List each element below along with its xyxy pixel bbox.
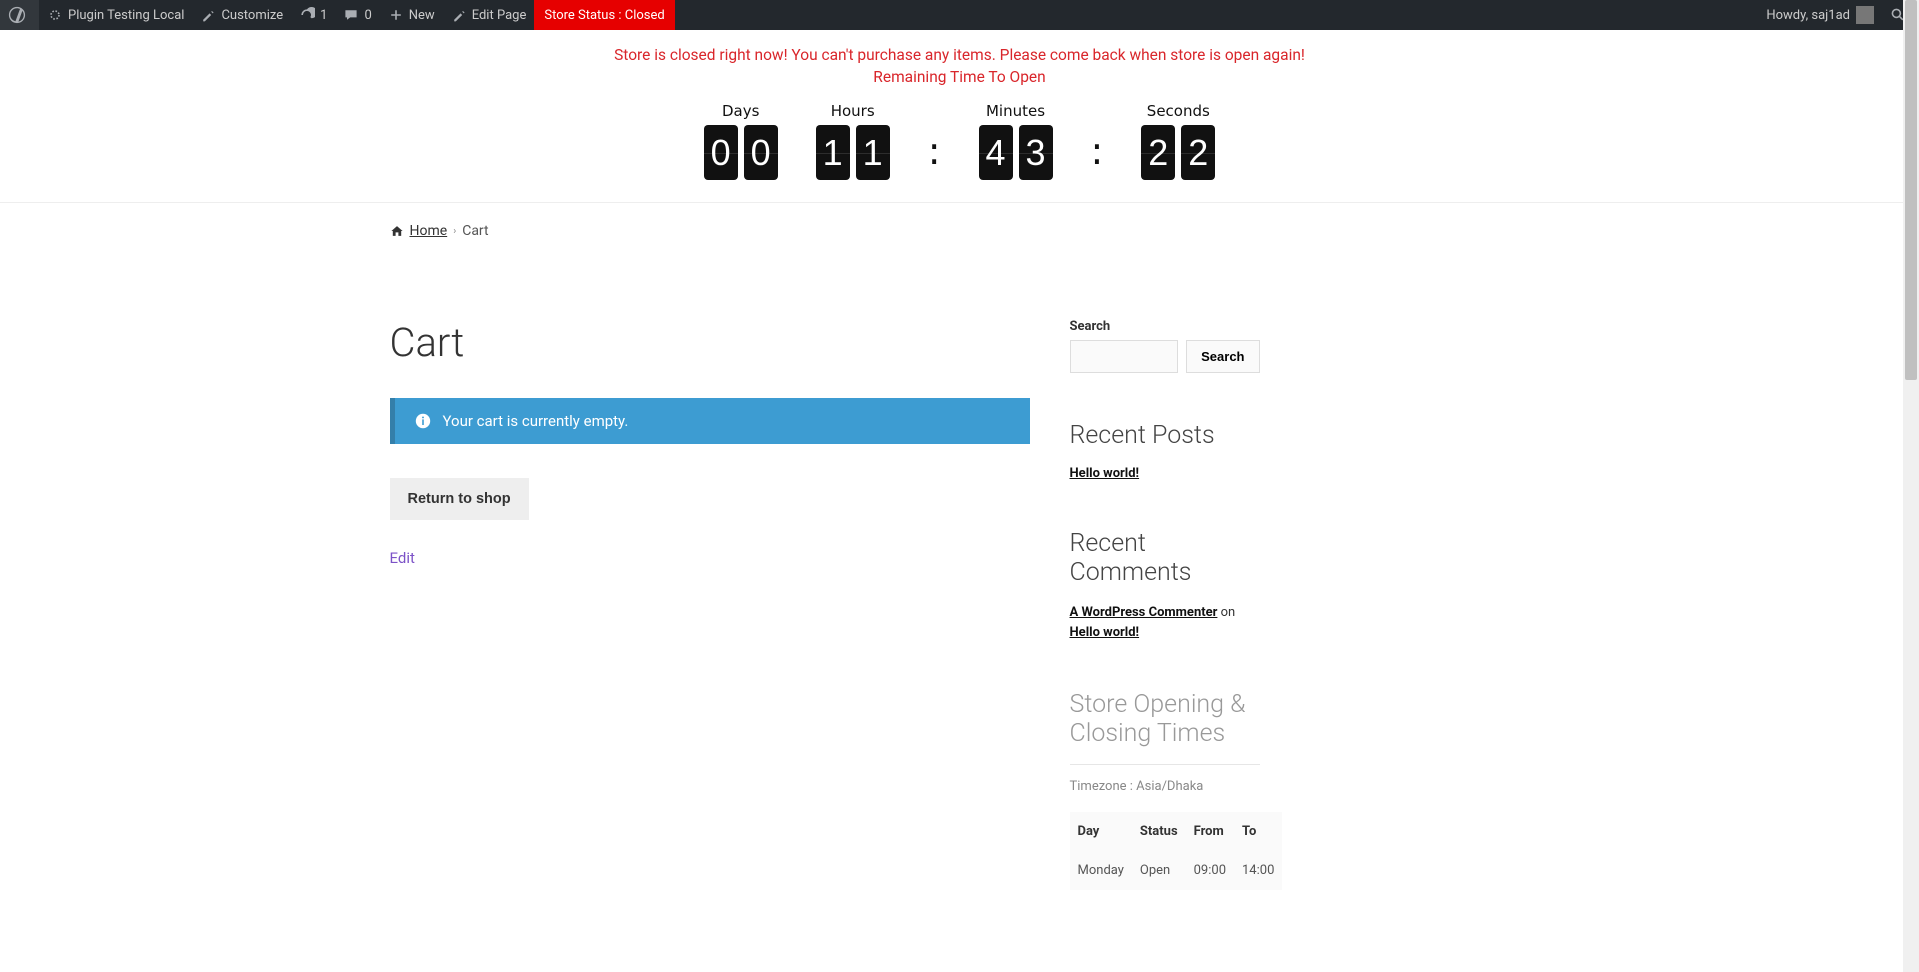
on-text: on [1217, 605, 1235, 620]
edit-page-link[interactable]: Edit Page [443, 0, 535, 30]
admin-bar-left: Plugin Testing Local Customize 1 0 New E… [0, 0, 675, 30]
days-label: Days [704, 102, 778, 120]
main-content: Cart Your cart is currently empty. Retur… [390, 319, 1030, 938]
new-link[interactable]: New [380, 0, 443, 30]
store-closed-notice: Store is closed right now! You can't pur… [0, 30, 1919, 96]
col-from: From [1186, 812, 1234, 851]
col-status: Status [1132, 812, 1186, 851]
separator-icon: : [1091, 112, 1104, 190]
site-name-link[interactable]: Plugin Testing Local [39, 0, 192, 30]
breadcrumb-home-link[interactable]: Home [410, 223, 448, 239]
minutes-digit-1: 4 [979, 125, 1013, 180]
updates-link[interactable]: 1 [291, 0, 335, 30]
store-hours-widget: Store Opening & Closing Times Timezone :… [1070, 690, 1260, 890]
hours-digit-1: 1 [816, 125, 850, 180]
edit-link[interactable]: Edit [390, 549, 415, 567]
closed-message: Store is closed right now! You can't pur… [20, 46, 1899, 64]
countdown-seconds: Seconds 2 2 [1141, 102, 1215, 180]
wp-admin-bar: Plugin Testing Local Customize 1 0 New E… [0, 0, 1919, 30]
breadcrumb: Home › Cart [390, 203, 1530, 259]
wp-logo-icon[interactable] [0, 0, 39, 30]
table-row: Monday Open 09:00 14:00 [1070, 851, 1283, 890]
store-status-badge[interactable]: Store Status : Closed [534, 0, 674, 30]
timezone-text: Timezone : Asia/Dhaka [1070, 779, 1260, 794]
countdown-minutes: Minutes 4 3 [979, 102, 1053, 180]
return-to-shop-button[interactable]: Return to shop [390, 478, 529, 520]
seconds-digit-1: 2 [1141, 125, 1175, 180]
scrollbar-thumb[interactable] [1905, 0, 1917, 380]
comments-link[interactable]: 0 [335, 0, 379, 30]
site-name-text: Plugin Testing Local [68, 8, 184, 23]
cell-to: 14:00 [1234, 851, 1282, 890]
seconds-digit-2: 2 [1181, 125, 1215, 180]
countdown-days: Days 0 0 [704, 102, 778, 180]
recent-comments-heading: Recent Comments [1070, 529, 1260, 587]
admin-bar-right: Howdy, saj1ad [1758, 0, 1919, 30]
comment-post-link[interactable]: Hello world! [1070, 625, 1140, 640]
seconds-label: Seconds [1141, 102, 1215, 120]
customize-link[interactable]: Customize [192, 0, 291, 30]
howdy-text: Howdy, saj1ad [1766, 8, 1850, 23]
empty-cart-text: Your cart is currently empty. [443, 412, 629, 430]
sidebar: Search Search Recent Posts Hello world! … [1070, 319, 1260, 938]
separator-icon: : [928, 112, 941, 190]
cell-status: Open [1132, 851, 1186, 890]
col-to: To [1234, 812, 1282, 851]
comments-count: 0 [364, 8, 371, 23]
divider [1070, 764, 1260, 765]
minutes-label: Minutes [979, 102, 1053, 120]
scrollbar[interactable] [1903, 0, 1919, 972]
store-hours-table: Day Status From To Monday Open 09:00 14:… [1070, 812, 1283, 890]
store-hours-heading: Store Opening & Closing Times [1070, 690, 1260, 748]
days-digit-1: 0 [704, 125, 738, 180]
list-item: Hello world! [1070, 466, 1260, 481]
chevron-right-icon: › [453, 226, 456, 237]
hours-label: Hours [816, 102, 890, 120]
days-digit-2: 0 [744, 125, 778, 180]
countdown-hours: Hours 1 1 [816, 102, 890, 180]
search-widget: Search Search [1070, 319, 1260, 373]
page-title: Cart [390, 319, 1030, 366]
cell-day: Monday [1070, 851, 1132, 890]
search-label: Search [1070, 319, 1260, 334]
recent-comment-entry: A WordPress Commenter on Hello world! [1070, 603, 1260, 642]
countdown-timer: Days 0 0 Hours 1 1 : Minutes 4 3 : Secon… [0, 96, 1919, 202]
info-icon [415, 413, 431, 429]
updates-count: 1 [320, 8, 327, 23]
remaining-label: Remaining Time To Open [20, 68, 1899, 86]
col-day: Day [1070, 812, 1132, 851]
edit-page-text: Edit Page [472, 8, 527, 23]
my-account-link[interactable]: Howdy, saj1ad [1758, 0, 1882, 30]
store-status-text: Store Status : Closed [544, 8, 664, 23]
search-input[interactable] [1070, 340, 1179, 373]
cart-empty-notice: Your cart is currently empty. [390, 398, 1030, 444]
commenter-link[interactable]: A WordPress Commenter [1070, 605, 1218, 620]
customize-text: Customize [221, 8, 283, 23]
hours-digit-2: 1 [856, 125, 890, 180]
search-button[interactable]: Search [1186, 340, 1259, 373]
minutes-digit-2: 3 [1019, 125, 1053, 180]
recent-post-link[interactable]: Hello world! [1070, 466, 1140, 481]
recent-comments-widget: Recent Comments A WordPress Commenter on… [1070, 529, 1260, 642]
recent-posts-widget: Recent Posts Hello world! [1070, 421, 1260, 481]
home-icon [390, 224, 404, 238]
breadcrumb-current: Cart [462, 223, 488, 239]
cell-from: 09:00 [1186, 851, 1234, 890]
new-text: New [409, 8, 435, 23]
recent-posts-heading: Recent Posts [1070, 421, 1260, 450]
avatar [1856, 6, 1874, 24]
